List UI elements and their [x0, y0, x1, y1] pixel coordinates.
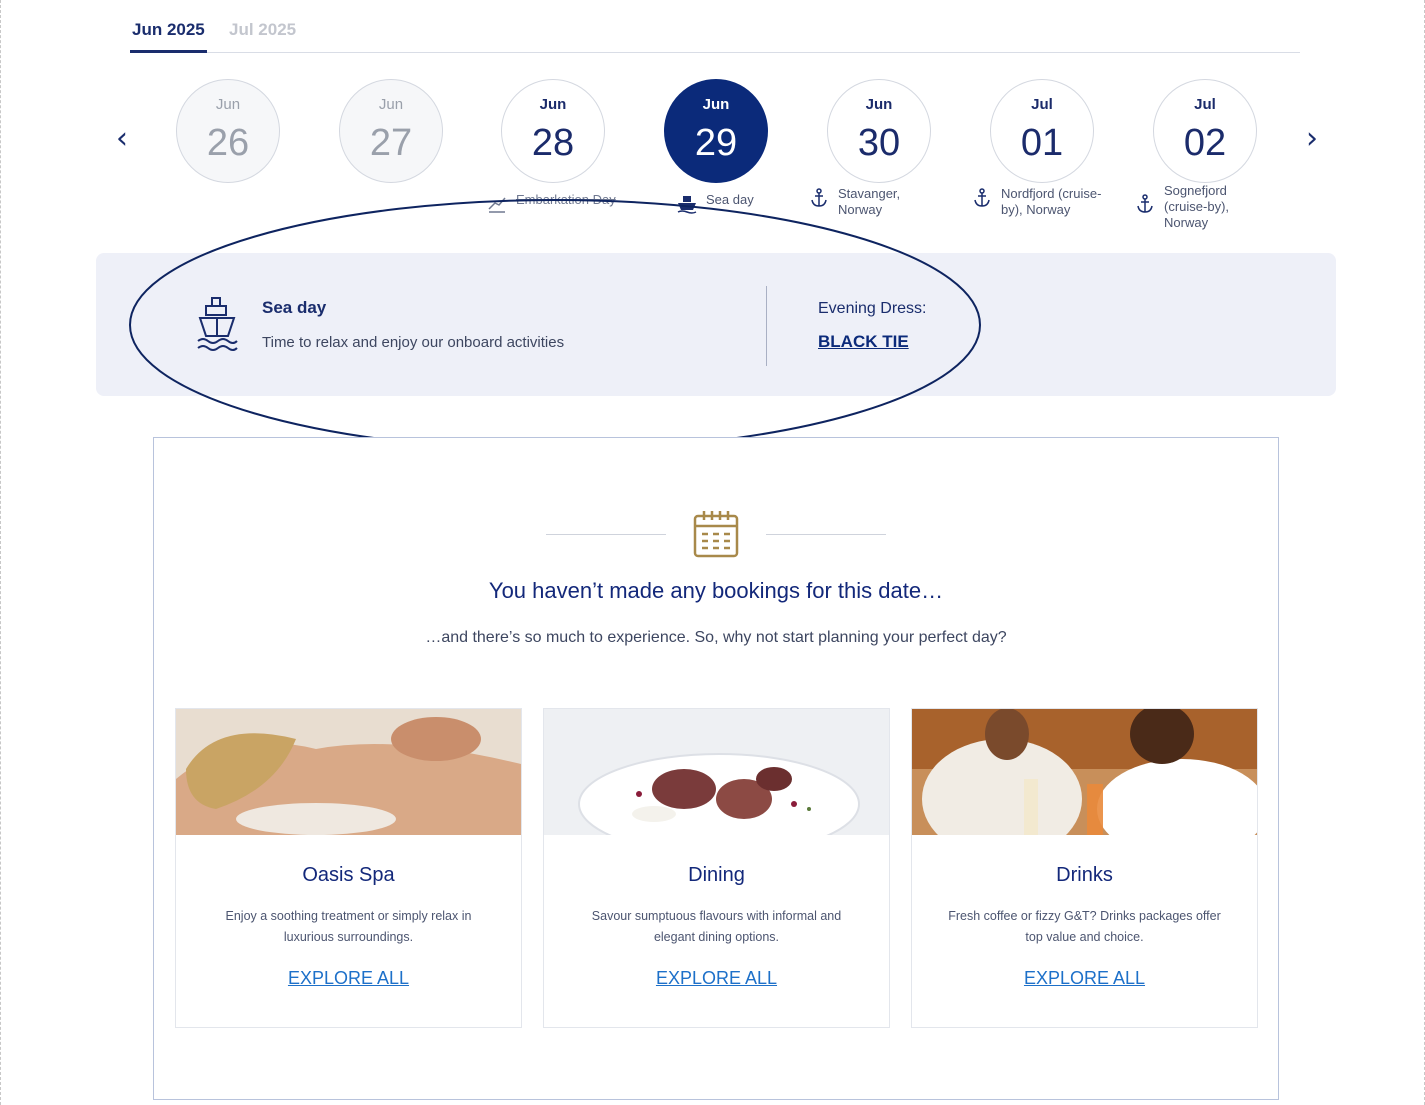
card-oasis-spa: Oasis Spa Enjoy a soothing treatment or …	[175, 708, 522, 1028]
no-bookings-title: You haven’t made any bookings for this d…	[488, 578, 944, 603]
evening-dress-label: Evening Dress:	[818, 300, 927, 317]
day-number: 30	[857, 122, 901, 164]
day-jul-01[interactable]: Jul 01	[990, 79, 1094, 183]
day-caption-text: Sognefjord (cruise-by), Norway	[1164, 183, 1230, 230]
day-month: Jul	[1031, 96, 1053, 113]
calendar-icon	[693, 511, 739, 558]
explore-all-dining-link[interactable]: EXPLORE ALL	[544, 968, 889, 989]
bookings-section: You haven’t made any bookings for this d…	[153, 437, 1279, 1100]
sea-day-title: Sea day	[262, 298, 327, 317]
card-drinks: Drinks Fresh coffee or fizzy G&T? Drinks…	[911, 708, 1258, 1028]
evening-dress-link[interactable]: BLACK TIE	[818, 332, 909, 352]
day-month: Jun	[378, 96, 404, 113]
card-dining: Dining Savour sumptuous flavours with in…	[543, 708, 890, 1028]
dining-image	[544, 709, 889, 835]
day-jun-28[interactable]: Jun 28	[501, 79, 605, 183]
tab-jun-2025[interactable]: Jun 2025	[130, 20, 207, 53]
day-caption-text: Nordfjord (cruise-by), Norway	[1001, 186, 1102, 217]
month-tabs: Jun 2025 Jul 2025	[130, 12, 1300, 53]
day-month: Jun	[539, 96, 567, 113]
embarkation-icon	[488, 197, 506, 213]
anchor-icon	[974, 188, 990, 207]
day-caption-jul-01: Nordfjord (cruise-by), Norway	[971, 186, 1111, 218]
no-bookings-subtitle: …and there’s so much to experience. So, …	[425, 629, 1007, 646]
divider	[766, 286, 767, 366]
day-month: Jun	[215, 96, 241, 113]
drinks-image	[912, 709, 1257, 835]
sea-day-panel: Sea day Time to relax and enjoy our onbo…	[96, 253, 1336, 396]
day-number: 29	[694, 122, 738, 164]
day-jun-30[interactable]: Jun 30	[827, 79, 931, 183]
day-jul-02[interactable]: Jul 02	[1153, 79, 1257, 183]
anchor-icon	[811, 188, 827, 207]
card-description: Fresh coffee or fizzy G&T? Drinks packag…	[948, 909, 1221, 944]
day-number: 02	[1183, 122, 1227, 164]
sea-day-description: Time to relax and enjoy our onboard acti…	[262, 334, 565, 351]
day-caption-jun-30: Stavanger, Norway	[808, 186, 918, 218]
tab-jul-2025[interactable]: Jul 2025	[229, 20, 296, 40]
ship-icon	[677, 196, 697, 214]
chevron-left-icon: ‹	[116, 121, 128, 156]
ship-icon	[197, 297, 238, 351]
day-jun-27[interactable]: Jun 27	[339, 79, 443, 183]
day-jun-26[interactable]: Jun 26	[176, 79, 280, 183]
next-day-button[interactable]: ›	[1300, 122, 1324, 158]
spa-image	[176, 709, 521, 835]
day-number: 01	[1020, 122, 1064, 164]
day-number: 26	[206, 122, 250, 164]
day-caption-jul-02: Sognefjord (cruise-by), Norway	[1134, 183, 1244, 231]
day-number: 28	[531, 122, 575, 164]
divider	[766, 534, 886, 535]
card-title: Oasis Spa	[302, 864, 395, 886]
day-caption-text: Embarkation Day	[516, 192, 616, 207]
day-month: Jun	[865, 96, 893, 113]
anchor-icon	[1137, 194, 1153, 213]
previous-day-button[interactable]: ‹	[110, 122, 134, 158]
day-month: Jul	[1194, 96, 1216, 113]
chevron-right-icon: ›	[1306, 121, 1318, 156]
day-jun-29[interactable]: Jun 29	[664, 79, 768, 183]
explore-all-drinks-link[interactable]: EXPLORE ALL	[912, 968, 1257, 989]
day-caption-text: Stavanger, Norway	[838, 186, 901, 217]
day-caption-text: Sea day	[706, 192, 754, 207]
day-month: Jun	[702, 96, 730, 113]
card-description: Savour sumptuous flavours with informal …	[591, 909, 842, 944]
day-caption-jun-29: Sea day	[676, 192, 786, 215]
card-description: Enjoy a soothing treatment or simply rel…	[225, 909, 472, 944]
day-caption-jun-28: Embarkation Day	[486, 192, 636, 215]
day-number: 27	[369, 122, 413, 164]
card-title: Dining	[688, 864, 745, 886]
card-title: Drinks	[1056, 864, 1113, 886]
divider	[546, 534, 666, 535]
explore-all-spa-link[interactable]: EXPLORE ALL	[176, 968, 521, 989]
